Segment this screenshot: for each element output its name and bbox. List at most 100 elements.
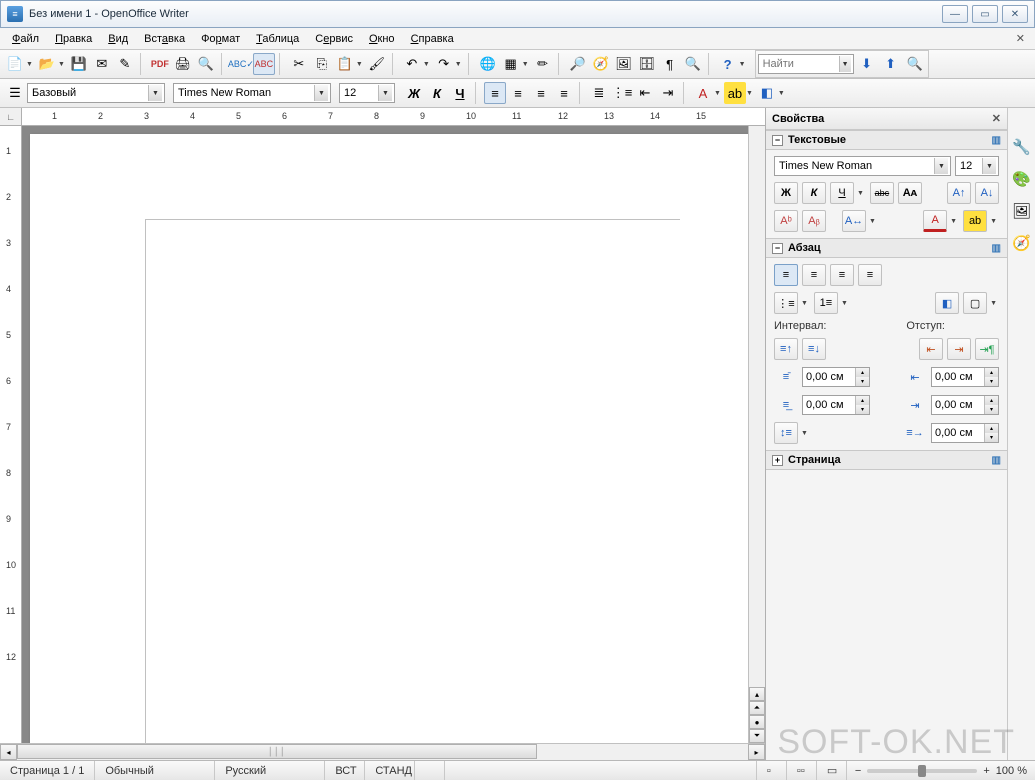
space-below-spin[interactable]: ▴▾ xyxy=(802,395,870,415)
next-page-button[interactable]: ⏷ xyxy=(749,729,765,743)
preview-button[interactable]: 🔍 xyxy=(195,53,217,75)
hyperlink-button[interactable]: 🌐 xyxy=(477,53,499,75)
zoom-in-icon[interactable]: + xyxy=(983,765,989,777)
menu-tools[interactable]: Сервис xyxy=(309,31,359,47)
format-paint-button[interactable]: 🖌 xyxy=(366,53,388,75)
align-right-button[interactable]: ≡ xyxy=(530,82,552,104)
section-para-header[interactable]: − Абзац ▥ xyxy=(766,238,1007,258)
italic-button[interactable]: К xyxy=(426,82,448,104)
indent-first[interactable]: ⇥¶ xyxy=(975,338,999,360)
autospell-button[interactable]: ABC xyxy=(253,53,275,75)
para-align-center[interactable]: ≡ xyxy=(802,264,826,286)
para-bgcolor2[interactable]: ▢ xyxy=(963,292,987,314)
menu-insert[interactable]: Вставка xyxy=(138,31,191,47)
font-name-combo[interactable]: Times New Roman▼ xyxy=(173,83,331,103)
redo-button[interactable]: ↷ xyxy=(433,53,455,75)
help-button[interactable]: ? xyxy=(717,53,739,75)
horizontal-scrollbar[interactable]: ◂ │││ ▸ xyxy=(0,743,765,760)
scroll-up-icon[interactable]: ▴ xyxy=(749,687,765,701)
cut-button[interactable]: ✂ xyxy=(288,53,310,75)
edit-button[interactable]: ✎ xyxy=(114,53,136,75)
view-book-icon[interactable]: ▭ xyxy=(817,761,847,780)
line-spacing-button[interactable]: ↕≡ xyxy=(774,422,798,444)
minimize-button[interactable]: — xyxy=(942,5,968,23)
underline-button[interactable]: Ч xyxy=(449,82,471,104)
status-style[interactable]: Обычный xyxy=(95,761,215,780)
email-button[interactable]: ✉ xyxy=(91,53,113,75)
save-button[interactable]: 💾 xyxy=(68,53,90,75)
side-bold-button[interactable]: Ж xyxy=(774,182,798,204)
print-button[interactable]: 🖨 xyxy=(172,53,194,75)
section-page-header[interactable]: + Страница ▥ xyxy=(766,450,1007,470)
side-subscript-button[interactable]: Aᵦ xyxy=(802,210,826,232)
para-bullets[interactable]: ⋮≡ xyxy=(774,292,798,314)
status-lang[interactable]: Русский xyxy=(215,761,325,780)
find-button[interactable]: 🔎 xyxy=(567,53,589,75)
paragraph-style-combo[interactable]: Базовый▼ xyxy=(27,83,165,103)
page[interactable] xyxy=(30,134,748,743)
find-dropdown[interactable]: ▼ xyxy=(839,56,851,72)
menu-file[interactable]: Файл xyxy=(6,31,45,47)
help-dropdown[interactable]: ▼ xyxy=(739,61,748,68)
numbering-button[interactable]: ≣ xyxy=(588,82,610,104)
align-justify-button[interactable]: ≡ xyxy=(553,82,575,104)
find-input[interactable] xyxy=(763,58,839,70)
space-above-spin[interactable]: ▴▾ xyxy=(802,367,870,387)
expand-icon[interactable]: + xyxy=(772,455,783,466)
find-options-button[interactable]: 🔍 xyxy=(904,53,926,75)
nav-button[interactable]: ● xyxy=(749,715,765,729)
panel-close-button[interactable]: ✕ xyxy=(992,112,1001,125)
hscroll-thumb[interactable]: │││ xyxy=(17,744,537,759)
menu-window[interactable]: Окно xyxy=(363,31,401,47)
spacing-dec[interactable]: ≡↓ xyxy=(802,338,826,360)
menu-edit[interactable]: Правка xyxy=(49,31,98,47)
menu-help[interactable]: Справка xyxy=(405,31,460,47)
maximize-button[interactable]: ▭ xyxy=(972,5,998,23)
datasources-button[interactable]: 🗄 xyxy=(636,53,658,75)
new-dropdown[interactable]: ▼ xyxy=(26,61,35,68)
side-fontcolor-button[interactable]: A xyxy=(923,210,947,232)
menu-table[interactable]: Таблица xyxy=(250,31,305,47)
collapse-icon[interactable]: − xyxy=(772,135,783,146)
open-dropdown[interactable]: ▼ xyxy=(58,61,67,68)
para-align-right[interactable]: ≡ xyxy=(830,264,854,286)
redo-dropdown[interactable]: ▼ xyxy=(455,61,464,68)
export-pdf-button[interactable]: PDF xyxy=(149,53,171,75)
bgcolor-button[interactable]: ◧ xyxy=(756,82,778,104)
page-viewport[interactable] xyxy=(22,126,748,743)
table-dropdown[interactable]: ▼ xyxy=(522,61,531,68)
undo-dropdown[interactable]: ▼ xyxy=(423,61,432,68)
side-superscript-button[interactable]: Aᵇ xyxy=(774,210,798,232)
bold-button[interactable]: Ж xyxy=(403,82,425,104)
paste-button[interactable]: 📋 xyxy=(334,53,356,75)
align-left-button[interactable]: ≡ xyxy=(484,82,506,104)
vertical-scrollbar[interactable]: ▴ ⏶ ● ⏷ xyxy=(748,126,765,743)
vertical-ruler[interactable]: 123456789101112 xyxy=(0,126,22,743)
side-spacing-button[interactable]: A↔ xyxy=(842,210,866,232)
horizontal-ruler[interactable]: ∟ 123456789101112131415 xyxy=(0,108,765,126)
side-underline-button[interactable]: Ч xyxy=(830,182,854,204)
status-selection[interactable]: СТАНД xyxy=(365,761,415,780)
zoom-button[interactable]: 🔍 xyxy=(682,53,704,75)
menu-format[interactable]: Формат xyxy=(195,31,246,47)
styles-button[interactable]: ☰ xyxy=(4,82,26,104)
nonprinting-button[interactable]: ¶ xyxy=(659,53,681,75)
find-prev-button[interactable]: ⬆ xyxy=(880,53,902,75)
side-grow-button[interactable]: A↑ xyxy=(947,182,971,204)
side-font-combo[interactable]: Times New Roman▼ xyxy=(774,156,951,176)
spacing-inc[interactable]: ≡↑ xyxy=(774,338,798,360)
font-size-combo[interactable]: 12▼ xyxy=(339,83,395,103)
gallery-button[interactable]: 🖼 xyxy=(613,53,635,75)
view-multi-icon[interactable]: ▫▫ xyxy=(787,761,817,780)
para-numbering[interactable]: 1≡ xyxy=(814,292,838,314)
zoom-value[interactable]: 100 % xyxy=(996,765,1027,777)
font-color-button[interactable]: A xyxy=(692,82,714,104)
close-button[interactable]: ✕ xyxy=(1002,5,1028,23)
copy-button[interactable]: ⎘ xyxy=(311,53,333,75)
side-italic-button[interactable]: К xyxy=(802,182,826,204)
prev-page-button[interactable]: ⏶ xyxy=(749,701,765,715)
find-next-button[interactable]: ⬇ xyxy=(856,53,878,75)
highlight-button[interactable]: ab xyxy=(724,82,746,104)
open-button[interactable]: 📂 xyxy=(36,53,58,75)
indent-dec[interactable]: ⇤ xyxy=(919,338,943,360)
